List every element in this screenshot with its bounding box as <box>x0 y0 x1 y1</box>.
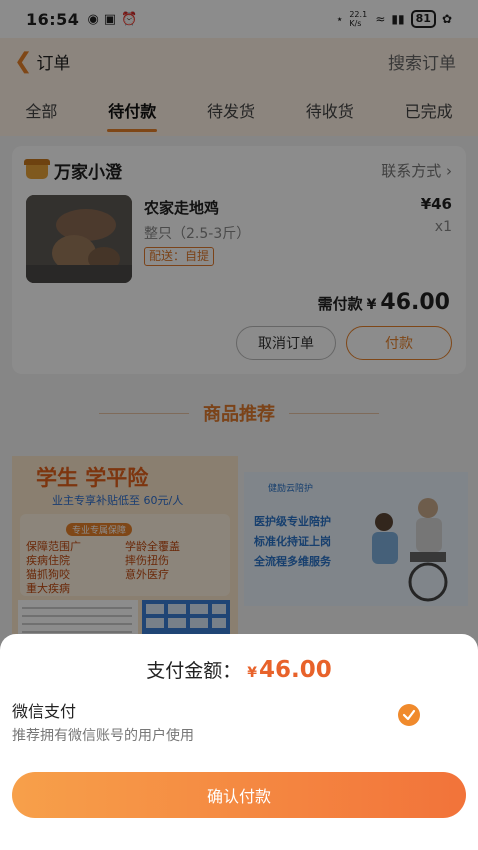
payment-method-wechat[interactable]: 微信支付 推荐拥有微信账号的用户使用 <box>12 698 194 745</box>
confirm-payment-button[interactable]: 确认付款 <box>12 772 466 818</box>
payment-amount-value: 46.00 <box>259 657 332 683</box>
payment-sheet: 支付金额： ¥46.00 微信支付 推荐拥有微信账号的用户使用 确认付款 <box>0 634 478 850</box>
payment-amount-label: 支付金额： <box>146 660 242 682</box>
payment-method-name: 微信支付 <box>12 702 77 721</box>
payment-method-desc: 推荐拥有微信账号的用户使用 <box>12 728 194 744</box>
selected-check-icon[interactable] <box>398 704 420 726</box>
payment-amount-currency: ¥ <box>247 665 257 681</box>
